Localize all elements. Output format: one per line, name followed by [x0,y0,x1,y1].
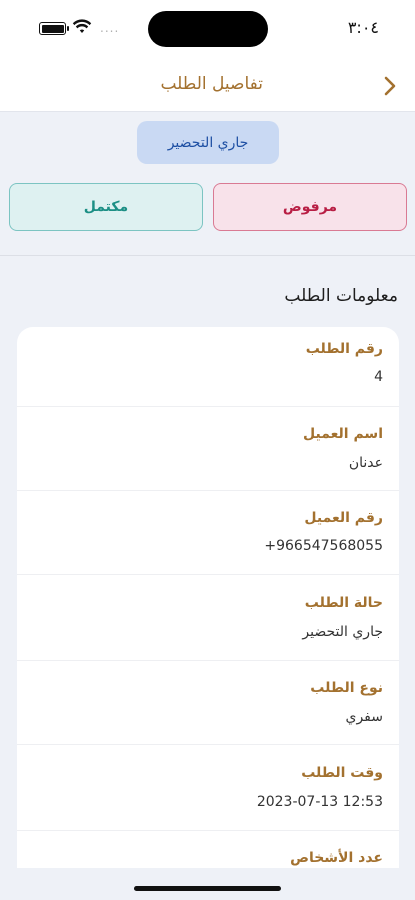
detail-label: عدد الأشخاص [290,850,383,866]
order-status-badge: جاري التحضير [137,121,279,164]
dynamic-island [148,11,268,47]
page-title: تفاصيل الطلب [160,74,263,94]
detail-row-order-number: رقم الطلب 4 [17,327,399,407]
detail-row-order-time: وقت الطلب 2023-07-13 12:53 [17,745,399,831]
detail-row-order-status: حالة الطلب جاري التحضير [17,575,399,661]
status-bar: .... ٣:٠٤ [0,0,415,60]
status-time: ٣:٠٤ [347,18,379,37]
wifi-icon [72,19,92,33]
cellular-signal-icon: .... [100,21,120,35]
reject-button[interactable]: مرفوض [213,183,407,231]
divider [0,255,415,256]
detail-label: رقم الطلب [305,341,383,357]
home-indicator[interactable] [134,886,281,891]
detail-value: +966547568055 [264,538,383,554]
detail-label: اسم العميل [303,426,383,442]
detail-value: سفري [345,709,384,725]
detail-row-customer-phone: رقم العميل +966547568055 [17,491,399,575]
detail-label: حالة الطلب [304,595,383,611]
detail-value: 2023-07-13 12:53 [256,794,383,810]
complete-button[interactable]: مكتمل [9,183,203,231]
detail-label: وقت الطلب [301,765,383,781]
detail-row-customer-name: اسم العميل عدنان [17,407,399,491]
section-title: معلومات الطلب [284,286,398,306]
detail-value: 4 [374,369,383,385]
detail-label: رقم العميل [304,510,383,526]
bottom-safe-area [0,868,415,900]
battery-icon [39,22,69,35]
order-details-card: رقم الطلب 4 اسم العميل عدنان رقم العميل … [17,327,399,887]
navigation-bar: تفاصيل الطلب [0,60,415,112]
detail-value: عدنان [348,455,383,471]
chevron-right-icon[interactable] [379,74,401,98]
detail-row-order-type: نوع الطلب سفري [17,661,399,745]
detail-value: جاري التحضير [302,624,383,640]
detail-label: نوع الطلب [310,680,383,696]
